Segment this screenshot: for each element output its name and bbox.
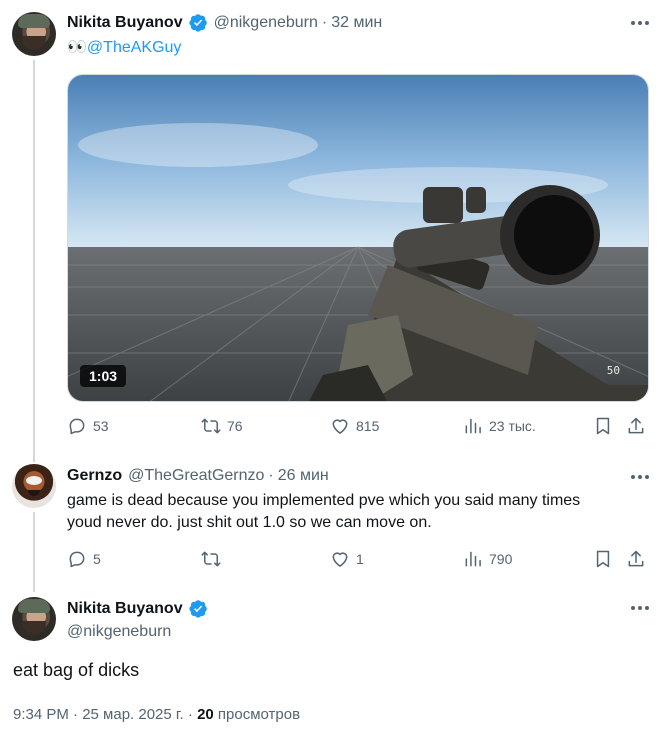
video-duration-badge: 1:03: [80, 365, 127, 387]
like-icon: [332, 419, 348, 434]
tweet-text: 👀@TheAKGuy: [67, 37, 181, 59]
tweet-actions: 5 1 790: [67, 549, 649, 573]
share-button[interactable]: [626, 549, 646, 569]
share-icon: [628, 417, 644, 434]
author-name-row: Nikita Buyanov: [67, 599, 208, 618]
like-count: 815: [356, 418, 380, 434]
bookmark-button[interactable]: [593, 416, 613, 436]
bookmark-icon: [596, 550, 610, 568]
views-label: просмотров: [217, 706, 301, 723]
repost-button[interactable]: 76: [201, 416, 243, 436]
views-count: 790: [489, 551, 513, 567]
verified-badge-icon: [188, 600, 207, 618]
repost-icon: [201, 418, 221, 434]
reply-icon: [69, 551, 85, 568]
reply-count: 53: [93, 418, 109, 434]
tweet-header: Nikita Buyanov @nikgeneburn · 32 мин: [67, 13, 382, 32]
mention-link[interactable]: @TheAKGuy: [87, 39, 182, 56]
separator: ·: [321, 13, 328, 31]
bookmark-icon: [596, 417, 610, 435]
post-timestamp[interactable]: 9:34 PM · 25 мар. 2025 г. ·: [13, 706, 193, 723]
tweet-text: eat bag of dicks: [13, 660, 140, 680]
avatar[interactable]: [12, 12, 56, 56]
reply-icon: [69, 418, 85, 435]
reply-button[interactable]: 53: [67, 416, 109, 436]
views-button[interactable]: 790: [463, 549, 512, 569]
reply-count: 5: [93, 551, 101, 567]
views-button[interactable]: 23 тыс.: [463, 416, 536, 436]
views-count: 23 тыс.: [489, 418, 536, 434]
avatar[interactable]: [12, 597, 56, 641]
tweet-meta: 9:34 PM · 25 мар. 2025 г. · 20 просмотро…: [13, 706, 300, 723]
like-button[interactable]: 815: [330, 416, 379, 436]
display-name[interactable]: Nikita Buyanov: [67, 600, 183, 618]
more-icon[interactable]: [631, 475, 649, 479]
eyes-emoji: 👀: [67, 39, 87, 56]
author-handle-row: @nikgeneburn: [67, 623, 171, 641]
bookmark-button[interactable]: [593, 549, 613, 569]
timestamp[interactable]: 32 мин: [331, 14, 382, 32]
reply-button[interactable]: 5: [67, 549, 101, 569]
repost-count: 76: [227, 418, 243, 434]
timestamp[interactable]: 26 мин: [278, 467, 329, 485]
thread-line-1: [33, 60, 35, 462]
share-button[interactable]: [626, 416, 646, 436]
repost-button[interactable]: [201, 549, 227, 569]
display-name[interactable]: Nikita Buyanov: [67, 14, 183, 32]
like-icon: [332, 552, 348, 567]
like-button[interactable]: 1: [330, 549, 364, 569]
repost-icon: [201, 551, 221, 567]
more-icon[interactable]: [631, 21, 649, 25]
tweet-text-line-1: game is dead because you implemented pve…: [67, 492, 581, 509]
verified-badge-icon: [188, 14, 207, 32]
video-thumbnail: [68, 75, 648, 401]
views-icon: [465, 418, 481, 434]
views-count: 20: [197, 706, 214, 723]
like-count: 1: [356, 551, 364, 567]
views-icon: [465, 551, 481, 567]
video-player[interactable]: 1:03 50: [67, 74, 649, 402]
tweet-header: Gernzo @TheGreatGernzo · 26 мин: [67, 467, 329, 485]
tweet-actions: 53 76 815 23 тыс.: [67, 416, 649, 440]
separator: ·: [268, 467, 274, 484]
handle[interactable]: @nikgeneburn: [67, 623, 171, 641]
tweet-text-line-2: youd never do. just shit out 1.0 so we c…: [67, 514, 432, 531]
thread-line-2: [33, 512, 35, 592]
video-fps-overlay: 50: [606, 364, 620, 377]
handle[interactable]: @nikgeneburn: [214, 14, 318, 32]
handle[interactable]: @TheGreatGernzo: [128, 467, 264, 485]
avatar[interactable]: [12, 464, 56, 508]
more-icon[interactable]: [631, 606, 649, 610]
display-name[interactable]: Gernzo: [67, 467, 122, 485]
tweet-text: game is dead because you implemented pve…: [67, 490, 580, 534]
share-icon: [628, 550, 644, 567]
